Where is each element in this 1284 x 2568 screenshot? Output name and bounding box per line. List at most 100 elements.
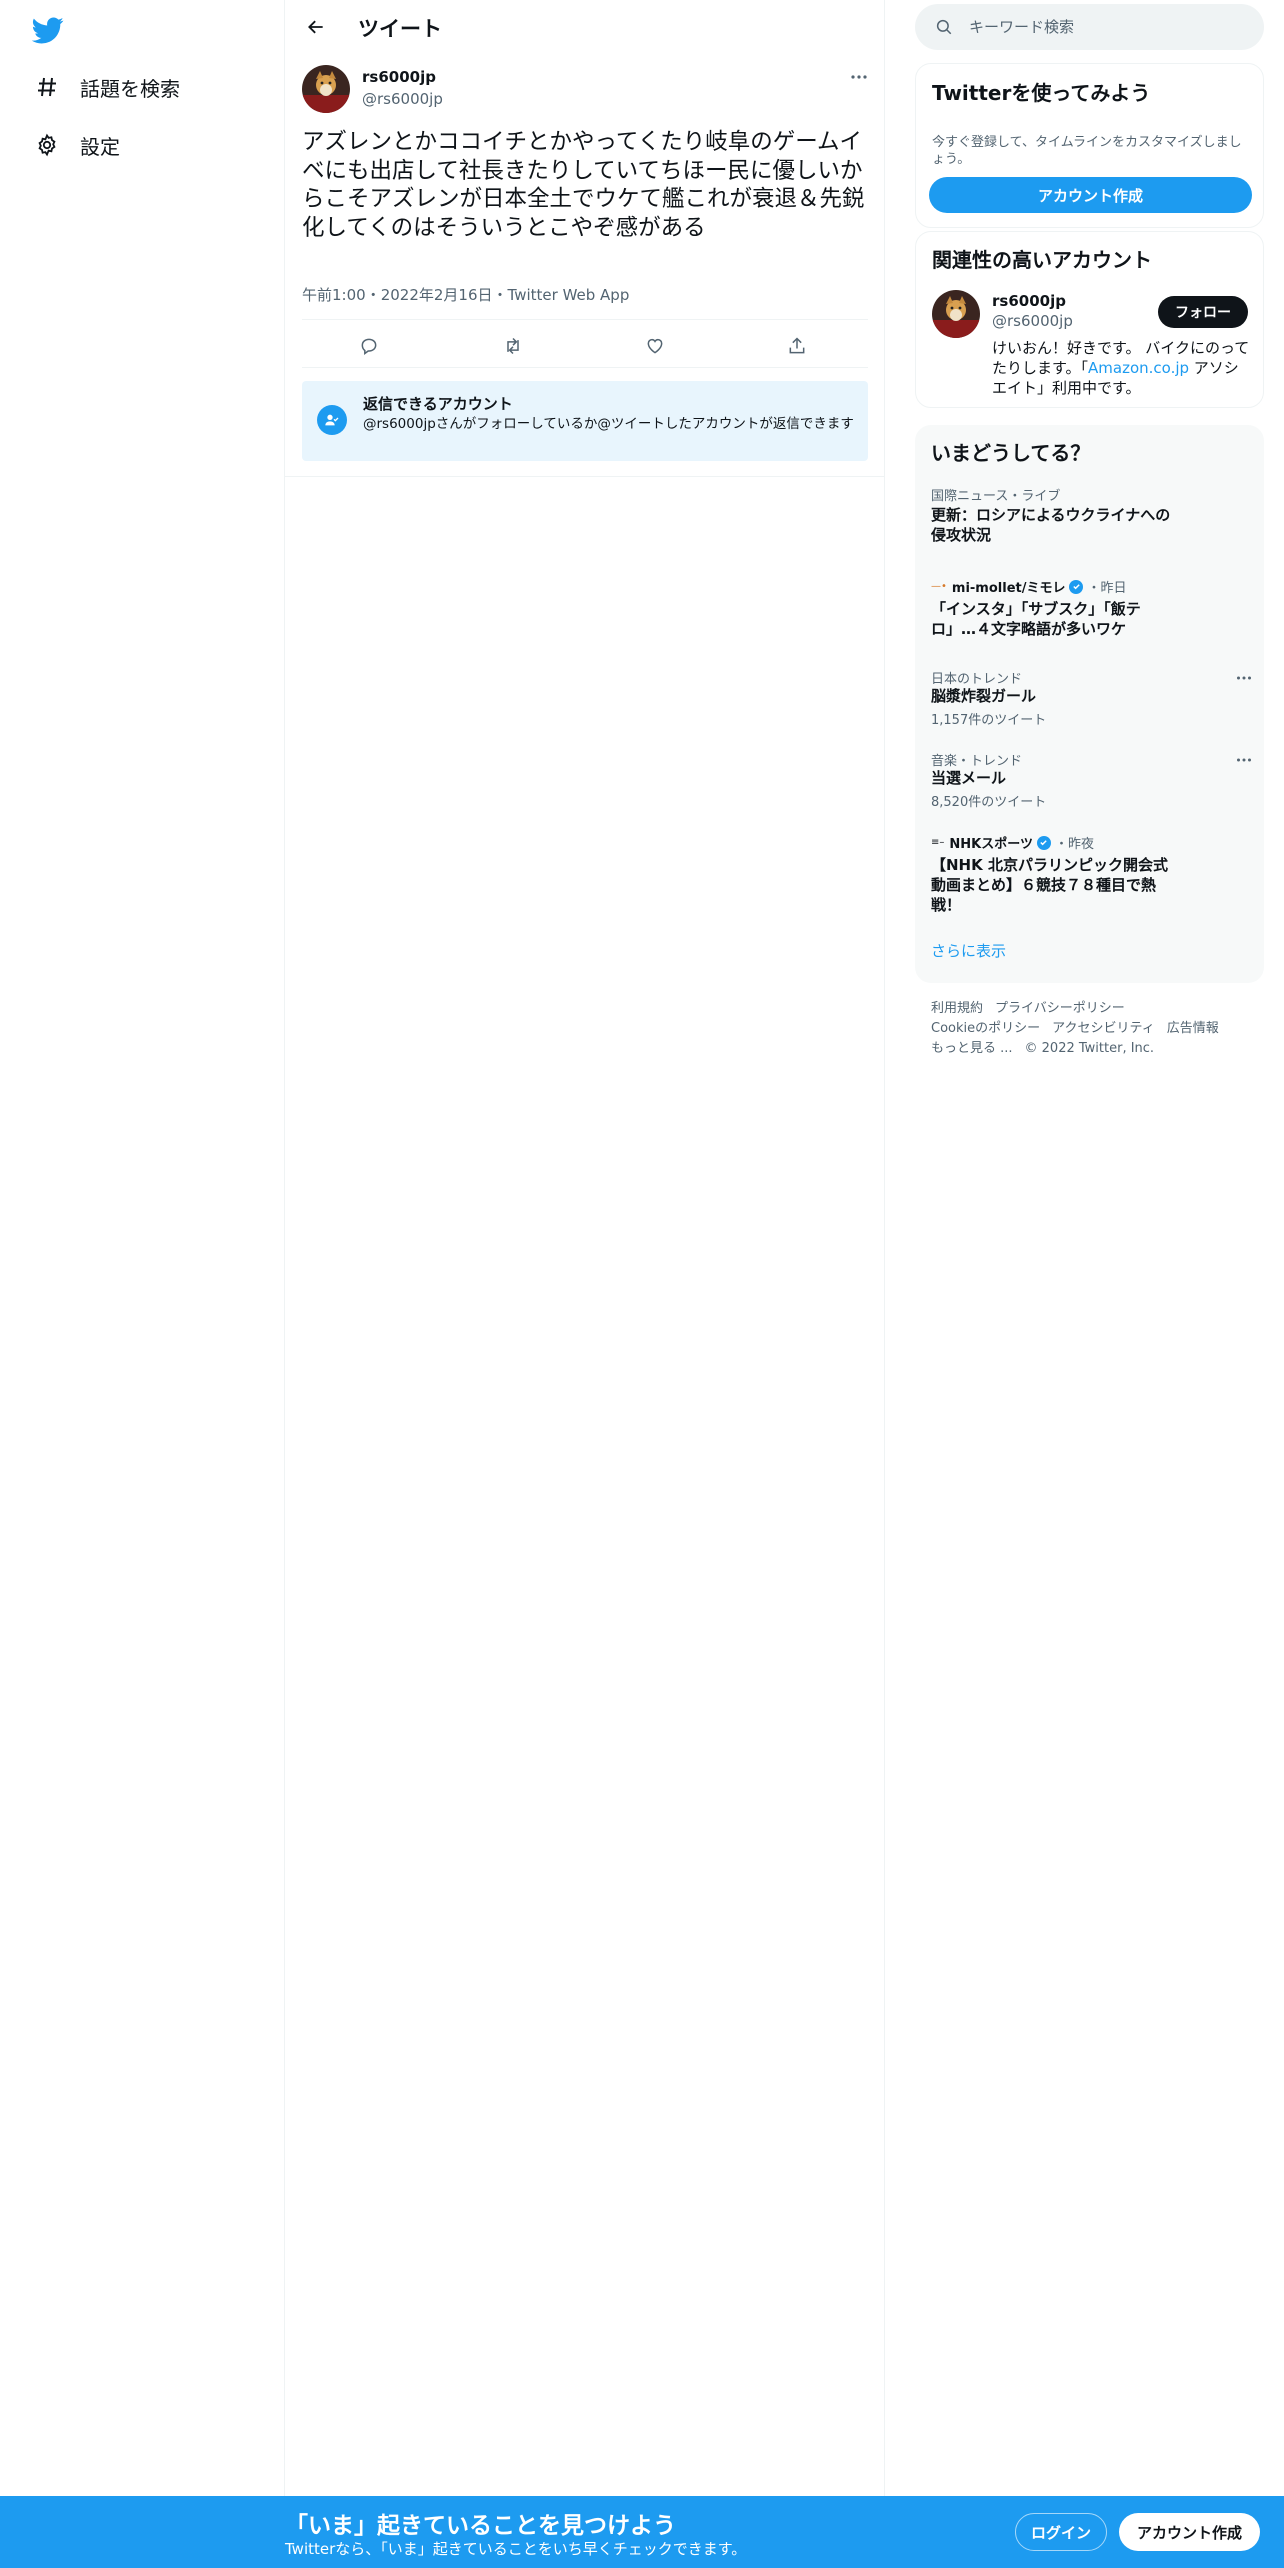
follow-button[interactable]: フォロー [1158,296,1248,328]
tweet-author-avatar[interactable] [302,65,350,113]
footer-links: 利用規約 プライバシーポリシー Cookieのポリシー アクセシビリティ 広告情報 も… [931,999,1261,1059]
tweet-action-bar [302,325,868,367]
bottom-create-account-button[interactable]: アカウント作成 [1119,2513,1260,2551]
trend-more-button[interactable] [1233,668,1255,688]
arrow-left-icon [308,20,323,34]
trend-item[interactable]: —• mi-mollet/ミモレ ・昨日 「インスタ」「サブスク」「飯テロ」…４… [915,577,1264,647]
signup-title: Twitterを使ってみよう [932,81,1151,105]
tweet-text: アズレンとかココイチとかやってくたり岐阜のゲームイベにも出店して社長きたりしてい… [302,129,865,241]
reply-button[interactable] [352,329,386,363]
divider [302,367,868,368]
trend-item[interactable]: ≡– NHKスポーツ ・昨夜 【NHK 北京パラリンピック開会式動画まとめ】６競… [915,833,1264,923]
show-more-link[interactable]: さらに表示 [931,940,1006,961]
trend-context: —• mi-mollet/ミモレ ・昨日 [931,577,1127,596]
trends-panel: いまどうしてる？ 国際ニュース・ライブ 更新：ロシアによるウクライナへの侵攻状況… [915,425,1264,983]
trend-time: ・昨日 [1087,581,1127,596]
footer-link-cookie[interactable]: Cookieのポリシー [931,1021,1040,1036]
reply-restriction-title: 返信できるアカウント [363,395,513,413]
footer-link-ads[interactable]: 広告情報 [1167,1021,1219,1036]
bottom-bar-subtitle: Twitterなら、「いま」起きていることをいち早くチェックできます。 [285,2540,747,2558]
reply-icon [361,338,377,355]
footer-link-accessibility[interactable]: アクセシビリティ [1052,1021,1155,1036]
search-input[interactable] [969,4,1249,50]
more-options-button[interactable] [845,66,873,88]
divider [285,476,885,477]
back-button[interactable] [299,10,333,44]
trend-item[interactable]: 音楽・トレンド 当選メール 8,520件のツイート [915,750,1264,812]
trend-more-button[interactable] [1233,750,1255,770]
share-icon [789,337,805,354]
related-bio: けいおん！好きです。 バイクにのってたりします。「Amazon.co.jp アソ… [992,338,1252,398]
ellipsis-icon [1237,758,1251,762]
trend-title: 当選メール [931,769,1007,787]
related-title: 関連性の高いアカウント [932,248,1152,272]
footer-copyright: © 2022 Twitter, Inc. [1024,1041,1155,1056]
create-account-button[interactable]: アカウント作成 [929,177,1252,213]
heart-icon [647,338,663,354]
tweet-date[interactable]: 2022年2月16日 [381,286,493,304]
verified-badge-icon [1069,579,1084,594]
tweet-time[interactable]: 午前1:00 [302,286,366,304]
related-accounts-panel: 関連性の高いアカウント rs6000jp @rs6000jp フォロー けいおん… [915,231,1264,408]
search-icon [936,19,952,35]
retweet-icon [507,337,519,355]
signup-bottom-bar: 「いま」起きていることを見つけよう Twitterなら、「いま」起きていることを… [0,2496,1284,2568]
trend-context: 音楽・トレンド [931,754,1023,769]
divider [302,319,868,320]
verified-badge-icon [1036,835,1051,850]
meta-separator: ・ [492,286,508,304]
trend-title: 【NHK 北京パラリンピック開会式動画まとめ】６競技７８種目で熱戦！ [931,856,1168,914]
signup-panel: Twitterを使ってみよう 今すぐ登録して、タイムラインをカスタマイズしましょ… [915,63,1264,228]
bio-link[interactable]: Amazon.co.jp [1088,359,1189,377]
hashtag-icon [34,74,60,100]
trend-count: 8,520件のツイート [931,795,1047,810]
retweet-button[interactable] [496,329,530,363]
gear-icon [34,132,60,158]
source-logo-icon: —• [931,581,947,592]
trend-item[interactable]: 日本のトレンド 脳漿炸裂ガール 1,157件のツイート [915,668,1264,730]
related-avatar[interactable] [932,290,980,338]
related-handle[interactable]: @rs6000jp [992,312,1073,330]
footer-link-more[interactable]: もっと見る ... [931,1041,1013,1056]
meta-separator: ・ [365,286,381,304]
trend-time: ・昨夜 [1054,837,1094,852]
nav-label-explore: 話題を検索 [80,76,180,101]
trend-source: mi-mollet/ミモレ [951,581,1066,596]
twitter-logo-icon[interactable] [31,14,64,46]
tweet-author-handle[interactable]: @rs6000jp [362,90,443,108]
reply-restriction-body: @rs6000jpさんがフォローしているか@ツイートしたアカウントが返信できます [363,416,854,432]
trend-title: 更新：ロシアによるウクライナへの侵攻状況 [931,506,1171,544]
main-header: ツイート [285,0,885,54]
source-logo-icon: ≡– [931,837,945,848]
ellipsis-icon [851,75,867,79]
nav-item-explore[interactable]: 話題を検索 [34,67,180,107]
person-check-icon [317,405,347,435]
trend-context: ≡– NHKスポーツ ・昨夜 [931,833,1094,852]
footer-link-privacy[interactable]: プライバシーポリシー [995,1001,1125,1016]
footer-link-terms[interactable]: 利用規約 [931,1001,983,1016]
reply-restriction-notice: 返信できるアカウント @rs6000jpさんがフォローしているか@ツイートしたア… [302,381,868,461]
ellipsis-icon [1237,676,1251,680]
left-nav: 話題を検索 設定 [0,0,285,2496]
bottom-bar-title: 「いま」起きていることを見つけよう [285,2513,676,2539]
trend-context: 国際ニュース・ライブ [931,489,1061,504]
tweet-meta: 午前1:00・2022年2月16日・Twitter Web App [302,284,629,305]
trends-title: いまどうしてる？ [931,441,1091,465]
signup-subtitle: 今すぐ登録して、タイムラインをカスタマイズしましょう。 [932,135,1242,167]
main-column: ツイート rs6000jp @rs6000jp アズレンとかココイチとかやってく… [285,0,885,2496]
trend-title: 脳漿炸裂ガール [931,687,1037,705]
nav-item-settings[interactable]: 設定 [34,125,120,165]
trend-source: NHKスポーツ [949,837,1033,852]
login-button[interactable]: ログイン [1015,2513,1107,2551]
trend-item[interactable]: 国際ニュース・ライブ 更新：ロシアによるウクライナへの侵攻状況 [915,485,1264,563]
tweet-author-name[interactable]: rs6000jp [362,68,436,86]
like-button[interactable] [638,329,672,363]
tweet-source[interactable]: Twitter Web App [508,286,630,304]
page-title: ツイート [358,17,442,41]
related-name[interactable]: rs6000jp [992,292,1066,310]
share-button[interactable] [780,329,814,363]
trend-count: 1,157件のツイート [931,713,1047,728]
search-box [915,4,1264,50]
trend-context: 日本のトレンド [931,672,1023,687]
nav-label-settings: 設定 [80,134,120,159]
